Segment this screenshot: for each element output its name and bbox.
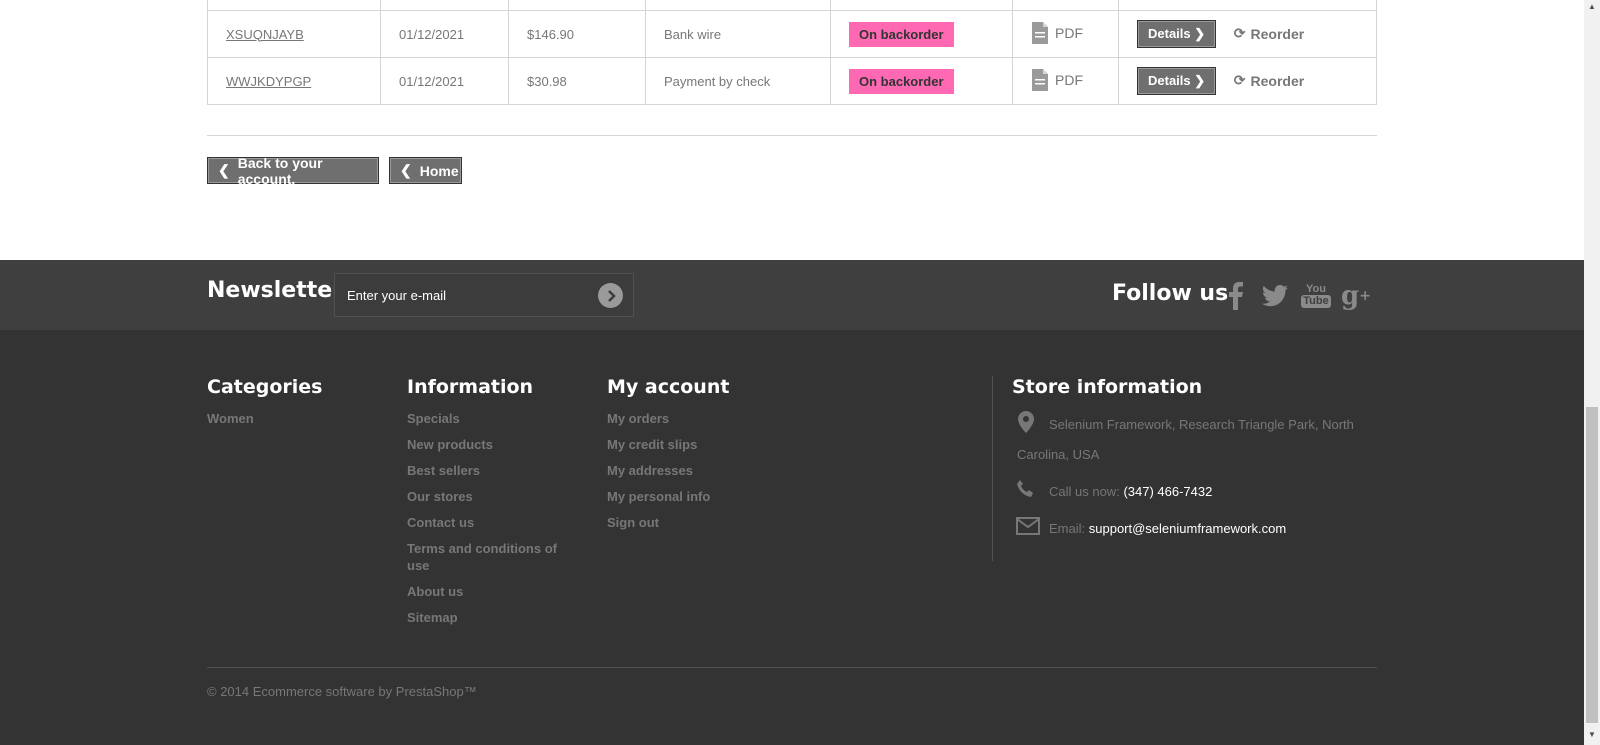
envelope-icon	[1016, 517, 1040, 540]
refresh-icon: ⟳	[1233, 72, 1246, 88]
order-total: $30.98	[508, 57, 646, 105]
order-date: 01/12/2021	[380, 10, 509, 58]
map-marker-icon	[1018, 411, 1034, 438]
google-plus-icon[interactable]: g +	[1339, 279, 1373, 313]
footer-link-terms[interactable]: Terms and conditions of use	[407, 540, 572, 574]
chevron-right-icon: ❯	[1194, 73, 1206, 88]
pdf-invoice-link[interactable]: PDF	[1031, 21, 1083, 45]
reorder-label: Reorder	[1250, 25, 1305, 42]
footer-link-credit-slips[interactable]: My credit slips	[607, 436, 710, 453]
chevron-left-icon: ❮	[218, 162, 230, 178]
information-title: Information	[407, 376, 534, 398]
footer-link-personal-info[interactable]: My personal info	[607, 488, 710, 505]
phone-number: (347) 466-7432	[1123, 484, 1213, 499]
pdf-label: PDF	[1055, 24, 1083, 41]
order-reference-link[interactable]: WWJKDYPGP	[226, 74, 311, 89]
chevron-left-icon: ❮	[400, 162, 412, 178]
footer-link-sign-out[interactable]: Sign out	[607, 514, 710, 531]
pdf-label: PDF	[1055, 71, 1083, 88]
youtube-icon[interactable]: You Tube	[1299, 279, 1333, 313]
twitter-icon[interactable]	[1258, 279, 1292, 313]
phone-label: Call us now:	[1049, 484, 1120, 499]
details-button[interactable]: Details ❯	[1137, 67, 1217, 95]
scroll-up-arrow-icon[interactable]: ▲	[1588, 2, 1596, 11]
order-payment: Payment by check	[645, 57, 831, 105]
store-phone: Call us now: (347) 466-7432	[1049, 484, 1212, 499]
store-information-title: Store information	[1012, 376, 1203, 398]
status-badge: On backorder	[849, 21, 954, 47]
scroll-down-arrow-icon[interactable]: ▼	[1588, 730, 1596, 739]
home-label: Home	[419, 162, 459, 179]
newsletter-submit-button[interactable]	[598, 283, 623, 308]
newsletter-title: Newsletter	[207, 278, 344, 303]
newsletter-email-input[interactable]	[335, 274, 599, 316]
footer-link-best-sellers[interactable]: Best sellers	[407, 462, 572, 479]
scrollbar-thumb[interactable]	[1586, 407, 1598, 723]
page: XSUQNJAYB 01/12/2021 $146.90 Bank wire O…	[0, 0, 1584, 745]
chevron-right-icon: ❯	[1194, 26, 1206, 41]
copyright: © 2014 Ecommerce software by PrestaShop™	[207, 684, 477, 699]
order-reference-link[interactable]: XSUQNJAYB	[226, 27, 304, 42]
home-button[interactable]: ❮ Home	[389, 157, 462, 184]
refresh-icon: ⟳	[1233, 25, 1246, 41]
facebook-icon[interactable]	[1219, 279, 1253, 313]
table-row	[207, 0, 1377, 11]
content-divider	[207, 135, 1377, 136]
back-label: Back to your account.	[237, 154, 323, 187]
store-address-line1: Selenium Framework, Research Triangle Pa…	[1049, 417, 1354, 432]
store-divider	[992, 376, 993, 561]
details-label: Details	[1148, 26, 1191, 41]
table-row: WWJKDYPGP 01/12/2021 $30.98 Payment by c…	[207, 57, 1377, 105]
table-row: XSUQNJAYB 01/12/2021 $146.90 Bank wire O…	[207, 10, 1377, 58]
pdf-invoice-link[interactable]: PDF	[1031, 68, 1083, 92]
details-button[interactable]: Details ❯	[1137, 20, 1217, 48]
footer-link-women[interactable]: Women	[207, 410, 254, 427]
footer-link-specials[interactable]: Specials	[407, 410, 572, 427]
vertical-scrollbar[interactable]: ▲ ▼	[1584, 0, 1600, 745]
newsletter-form	[334, 273, 634, 317]
footer-link-my-orders[interactable]: My orders	[607, 410, 710, 427]
back-to-account-button[interactable]: ❮ Back to your account.	[207, 154, 379, 187]
youtube-text-bottom: Tube	[1301, 295, 1331, 308]
file-icon	[1032, 21, 1048, 44]
footer-link-contact-us[interactable]: Contact us	[407, 514, 572, 531]
my-account-list: My orders My credit slips My addresses M…	[607, 410, 710, 540]
reorder-label: Reorder	[1250, 72, 1305, 89]
chevron-right-icon	[607, 289, 616, 302]
footer-link-sitemap[interactable]: Sitemap	[407, 609, 572, 626]
store-email: Email: support@seleniumframework.com	[1049, 521, 1286, 536]
status-badge: On backorder	[849, 68, 954, 94]
reorder-link[interactable]: ⟳ Reorder	[1234, 25, 1304, 42]
youtube-text-top: You	[1306, 283, 1326, 295]
follow-us-title: Follow us	[1112, 281, 1229, 306]
file-icon	[1032, 68, 1048, 91]
footer-link-addresses[interactable]: My addresses	[607, 462, 710, 479]
information-list: Specials New products Best sellers Our s…	[407, 410, 572, 635]
order-history-table: XSUQNJAYB 01/12/2021 $146.90 Bank wire O…	[207, 0, 1377, 105]
footer-bottom-divider	[207, 667, 1377, 668]
footer-link-our-stores[interactable]: Our stores	[407, 488, 572, 505]
details-label: Details	[1148, 73, 1191, 88]
footer-link-about-us[interactable]: About us	[407, 583, 572, 600]
categories-list: Women	[207, 410, 254, 436]
email-link[interactable]: support@seleniumframework.com	[1089, 521, 1286, 536]
footer-link-new-products[interactable]: New products	[407, 436, 572, 453]
reorder-link[interactable]: ⟳ Reorder	[1234, 72, 1304, 89]
my-account-title: My account	[607, 376, 730, 398]
order-date: 01/12/2021	[380, 57, 509, 105]
order-total: $146.90	[508, 10, 646, 58]
email-label: Email:	[1049, 521, 1086, 536]
phone-icon	[1016, 479, 1036, 504]
categories-title: Categories	[207, 376, 323, 398]
order-payment: Bank wire	[645, 10, 831, 58]
store-address-line2: Carolina, USA	[1017, 447, 1100, 462]
